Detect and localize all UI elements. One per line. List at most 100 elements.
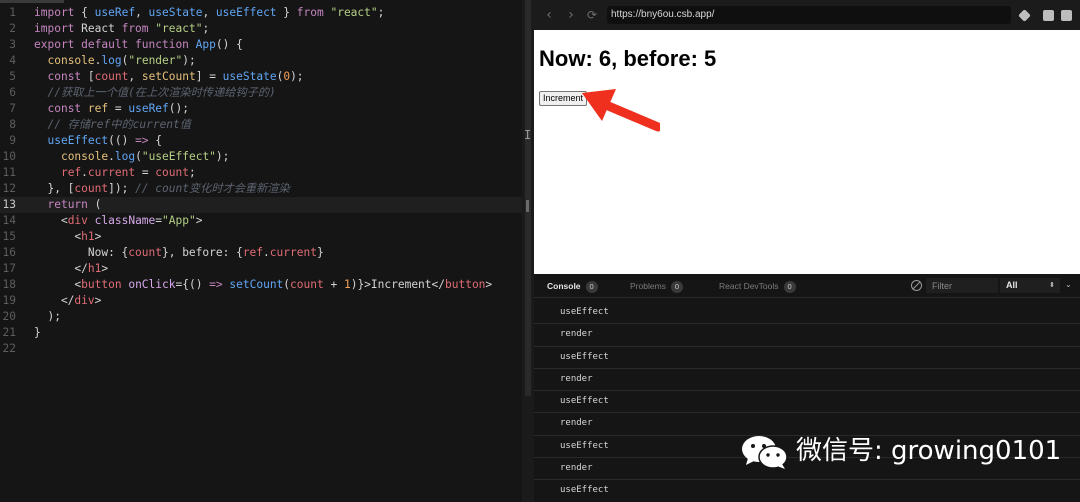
code-lines[interactable]: 1 import { useRef, useState, useEffect } … — [0, 5, 522, 357]
code-line[interactable]: 18 <button onClick={() => setCount(count… — [0, 277, 522, 293]
code-line[interactable]: 2 import React from "react"; — [0, 21, 522, 37]
line-text: <div className="App"> — [34, 213, 203, 229]
code-token: div — [67, 214, 88, 227]
line-text: } — [34, 325, 41, 341]
code-token: useEffect — [215, 6, 277, 19]
log-level-select[interactable]: All ⬍ — [1000, 278, 1060, 293]
code-line[interactable]: 10 console.log("useEffect"); — [0, 149, 522, 165]
code-token: onClick — [128, 278, 176, 291]
code-line[interactable]: 20 ); — [0, 309, 522, 325]
line-number: 3 — [9, 38, 16, 51]
chevron-down-icon[interactable]: ⌄ — [1065, 278, 1072, 292]
code-token: = — [108, 102, 129, 115]
code-token: const — [47, 70, 82, 83]
line-text: const [count, setCount] = useState(0); — [34, 69, 303, 85]
scrollbar-thumb[interactable] — [526, 200, 529, 212]
code-token: useRef — [94, 6, 136, 19]
wechat-logo-icon — [742, 436, 788, 469]
code-token: } — [276, 6, 297, 19]
tab-react-devtools[interactable]: React DevTools 0 — [719, 280, 796, 293]
code-line[interactable]: 12 }, [count]); // count变化时才会重新渲染 — [0, 181, 522, 197]
code-line[interactable]: 1 import { useRef, useState, useEffect } … — [0, 5, 522, 21]
console-log-row: render — [534, 324, 1080, 347]
code-line[interactable]: 8 // 存储ref中的current值 — [0, 117, 522, 133]
line-text: import { useRef, useState, useEffect } f… — [34, 5, 384, 21]
line-text: }, [count]); // count变化时才会重新渲染 — [34, 181, 289, 197]
code-token: log — [101, 54, 122, 67]
code-line[interactable]: 6 //获取上一个值(在上次渲染时传递给钩子的) — [0, 85, 522, 101]
line-text: ); — [34, 309, 61, 325]
tab-problems[interactable]: Problems 0 — [630, 280, 683, 293]
code-token: > — [195, 214, 203, 227]
code-editor[interactable]: 1 import { useRef, useState, useEffect } … — [0, 0, 522, 502]
code-token: div — [74, 294, 95, 307]
filter-input[interactable] — [926, 278, 998, 293]
line-number: 16 — [2, 246, 16, 259]
console-log-text: useEffect — [560, 307, 609, 317]
code-token: => — [209, 278, 223, 291]
console-log-list: useEffect render useEffect render useEffect r… — [534, 302, 1080, 502]
line-number: 12 — [2, 182, 16, 195]
code-token: 1 — [343, 278, 351, 291]
line-number: 1 — [9, 6, 16, 19]
line-number: 10 — [2, 150, 16, 163]
code-token: < — [34, 278, 82, 291]
open-new-window-icon[interactable] — [1061, 10, 1072, 21]
console-log-text: render — [560, 418, 593, 429]
code-line[interactable]: 14 <div className="App"> — [0, 213, 522, 229]
windows-icon[interactable] — [1043, 10, 1054, 21]
reload-icon[interactable]: ⟳ — [584, 7, 600, 23]
chevron-updown-icon: ⬍ — [1049, 281, 1055, 289]
code-token: from — [121, 22, 149, 35]
console-log-text: render — [560, 329, 593, 340]
tab-console[interactable]: Console 0 — [547, 280, 598, 293]
code-line[interactable]: 9 useEffect(() => { — [0, 133, 522, 149]
code-token: ); — [34, 310, 61, 323]
line-number: 4 — [9, 54, 16, 67]
code-token: console — [60, 150, 109, 163]
code-line[interactable]: 5 const [count, setCount] = useState(0); — [0, 69, 522, 85]
tab-label: Problems — [630, 281, 666, 291]
url-bar[interactable]: https://bny6ou.csb.app/ — [607, 6, 1011, 24]
code-line[interactable]: 15 <h1> — [0, 229, 522, 245]
line-text: <h1> — [34, 229, 101, 245]
preview-viewport: Now: 6, before: 5 Increment — [534, 30, 1080, 274]
chevron-left-icon[interactable]: ‹ — [541, 7, 557, 23]
code-token: //获取上一个值(在上次渲染时传递给钩子的) — [34, 86, 276, 99]
extensions-icon[interactable] — [1018, 9, 1031, 22]
code-token: }, [ — [34, 182, 75, 195]
code-line[interactable]: 17 </h1> — [0, 261, 522, 277]
code-line[interactable]: 22 — [0, 341, 522, 357]
browser-preview: ‹ › ⟳ https://bny6ou.csb.app/ Now: 6, be… — [534, 0, 1080, 274]
tab-label: React DevTools — [719, 281, 779, 291]
code-token: count — [74, 182, 109, 195]
code-token: > — [94, 230, 102, 243]
code-token: ref — [60, 166, 82, 179]
line-number: 2 — [9, 22, 16, 35]
code-token: )}>Increment</ — [350, 278, 445, 291]
code-line[interactable]: 19 </div> — [0, 293, 522, 309]
code-line[interactable]: 3 export default function App() { — [0, 37, 522, 53]
code-line[interactable]: 11 ref.current = count; — [0, 165, 522, 181]
code-line[interactable]: 7 const ref = useRef(); — [0, 101, 522, 117]
code-line[interactable]: 21} — [0, 325, 522, 341]
code-line[interactable]: 13 return ( — [0, 197, 522, 213]
code-token: [ — [81, 70, 95, 83]
code-token: "render" — [128, 54, 183, 67]
code-line[interactable]: 4 console.log("render"); — [0, 53, 522, 69]
line-text: Now: {count}, before: {ref.current} — [34, 245, 324, 261]
code-token: ]); — [108, 182, 136, 195]
chevron-right-icon[interactable]: › — [563, 7, 579, 23]
code-token: } — [316, 246, 324, 259]
scrollbar-track[interactable] — [525, 0, 531, 396]
code-line[interactable]: 16 Now: {count}, before: {ref.current} — [0, 245, 522, 261]
editor-scrollbar[interactable]: I — [522, 0, 534, 502]
clear-console-icon[interactable] — [911, 280, 922, 291]
code-token: , — [128, 70, 142, 83]
code-token: => — [135, 134, 149, 147]
